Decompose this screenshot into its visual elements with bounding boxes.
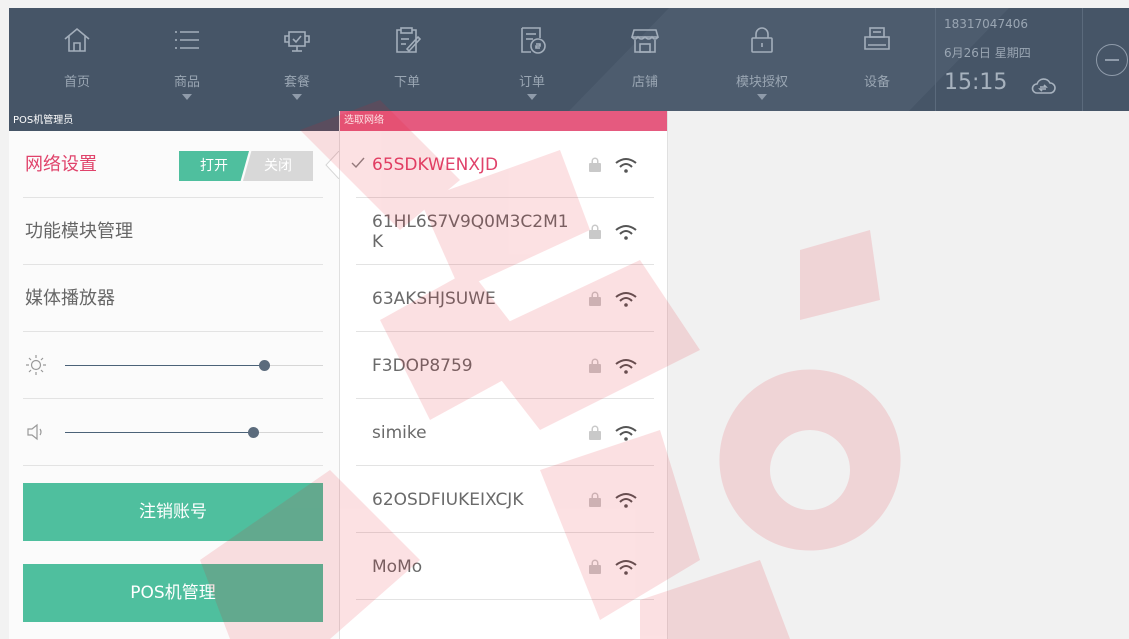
- panel-pointer-arrow: [325, 151, 339, 179]
- media-player-label: 媒体播放器: [25, 288, 115, 309]
- nav-item-devices[interactable]: 设备: [837, 8, 917, 111]
- wifi-signal-icon: [615, 292, 637, 307]
- nav-item-place-order[interactable]: 下单: [367, 8, 447, 111]
- nav-label-place-order: 下单: [393, 75, 420, 90]
- brightness-slider-handle[interactable]: [258, 360, 270, 371]
- wifi-network-name: MoMo: [372, 556, 423, 577]
- lock-icon: [589, 358, 601, 373]
- lock-icon: [589, 157, 601, 172]
- wifi-panel-header: 选取网络: [340, 111, 667, 131]
- store-icon: [630, 29, 660, 53]
- nav-item-home[interactable]: 首页: [37, 8, 117, 111]
- chevron-down-icon: [182, 94, 192, 100]
- wifi-network-item[interactable]: F3DOP8759: [356, 332, 654, 399]
- wifi-network-name: 63AKSHJSUWE: [372, 288, 496, 309]
- wifi-network-item[interactable]: 61HL6S7V9Q0M3C2M1K: [356, 198, 654, 265]
- brightness-icon: [26, 355, 46, 375]
- chevron-down-icon: [292, 94, 302, 100]
- wifi-network-name: 61HL6S7V9Q0M3C2M1K: [372, 211, 569, 252]
- wifi-signal-icon: [615, 426, 637, 441]
- account-time: 15:15: [944, 70, 1008, 95]
- nav-label-orders: 订单: [518, 75, 545, 90]
- volume-icon: [27, 423, 42, 441]
- wifi-signal-icon: [615, 225, 637, 240]
- lock-icon: [589, 224, 601, 239]
- network-settings-label: 网络设置: [25, 154, 97, 175]
- lock-icon: [751, 27, 773, 53]
- nav-label-products: 商品: [173, 75, 200, 90]
- settings-panel: POS机管理员 网络设置 关闭 打开 功能模块管理 媒体播放器 注销账号 POS…: [9, 111, 339, 639]
- volume-row: [23, 399, 323, 466]
- volume-slider-fill: [65, 432, 254, 433]
- wifi-network-item[interactable]: 65SDKWENXJD: [351, 131, 654, 198]
- nav-label-packages: 套餐: [283, 75, 310, 90]
- logout-icon[interactable]: [1096, 44, 1128, 76]
- network-toggle[interactable]: 关闭 打开: [179, 151, 313, 181]
- pos-management-button[interactable]: POS机管理: [23, 564, 323, 622]
- toggle-on-option[interactable]: 打开: [179, 151, 249, 181]
- account-date: 6月26日 星期四: [944, 46, 1031, 60]
- nav-item-orders[interactable]: 订单: [492, 8, 572, 111]
- checkmark-icon: [351, 157, 365, 169]
- bill-icon: [521, 27, 546, 54]
- home-icon: [64, 27, 90, 52]
- module-management-label: 功能模块管理: [25, 221, 133, 242]
- volume-slider[interactable]: [65, 427, 323, 438]
- settings-panel-header: POS机管理员: [9, 111, 339, 131]
- wifi-signal-icon: [615, 359, 637, 374]
- wifi-network-item[interactable]: simike: [356, 399, 654, 466]
- wifi-signal-icon: [615, 158, 637, 173]
- nav-label-store: 店铺: [631, 75, 658, 90]
- wifi-network-item[interactable]: 63AKSHJSUWE: [356, 265, 654, 332]
- chevron-down-icon: [757, 94, 767, 100]
- volume-slider-handle[interactable]: [248, 427, 260, 438]
- brightness-row: [23, 332, 323, 399]
- wifi-network-item[interactable]: MoMo: [356, 533, 654, 600]
- wifi-network-panel: 选取网络 65SDKWENXJD 61HL6S7V9Q0M3C2M1K 63AKSH…: [339, 111, 668, 639]
- nav-label-devices: 设备: [863, 75, 890, 90]
- edit-order-icon: [396, 27, 422, 53]
- wifi-signal-icon: [615, 560, 637, 575]
- nav-label-module-auth: 模块授权: [735, 75, 788, 90]
- chevron-down-icon: [527, 94, 537, 100]
- nav-label-home: 首页: [63, 75, 90, 90]
- lock-icon: [589, 559, 601, 574]
- brightness-slider[interactable]: [65, 360, 323, 371]
- nav-item-module-auth[interactable]: 模块授权: [717, 8, 807, 111]
- account-phone: 18317047406: [944, 17, 1028, 31]
- lock-icon: [589, 425, 601, 440]
- wifi-network-name: 65SDKWENXJD: [372, 154, 499, 175]
- account-info: 18317047406 6月26日 星期四 15:15: [935, 8, 1083, 111]
- wifi-network-name: F3DOP8759: [372, 355, 473, 376]
- network-settings-row[interactable]: 网络设置 关闭 打开: [23, 131, 323, 198]
- wifi-network-name: 62OSDFIUKEIXCJK: [372, 489, 524, 510]
- nav-item-store[interactable]: 店铺: [605, 8, 685, 111]
- printer-icon: [864, 27, 890, 50]
- brightness-slider-fill: [65, 365, 264, 366]
- top-nav-bar: 首页 商品 套餐 下单 订单 店铺 模块授权 设备 18317047406 6月…: [9, 8, 1129, 111]
- nav-item-packages[interactable]: 套餐: [257, 8, 337, 111]
- content-area: [669, 111, 1129, 639]
- module-management-row[interactable]: 功能模块管理: [23, 198, 323, 265]
- wifi-network-name: simike: [372, 422, 427, 443]
- nav-item-products[interactable]: 商品: [147, 8, 227, 111]
- wifi-signal-icon: [615, 493, 637, 508]
- package-icon: [284, 31, 310, 52]
- media-player-row[interactable]: 媒体播放器: [23, 265, 323, 332]
- list-icon: [175, 31, 199, 49]
- logout-account-button[interactable]: 注销账号: [23, 483, 323, 541]
- cloud-sync-icon[interactable]: [1030, 75, 1056, 97]
- wifi-network-item[interactable]: 62OSDFIUKEIXCJK: [356, 466, 654, 533]
- lock-icon: [589, 291, 601, 306]
- lock-icon: [589, 492, 601, 507]
- toggle-off-option[interactable]: 关闭: [243, 151, 313, 181]
